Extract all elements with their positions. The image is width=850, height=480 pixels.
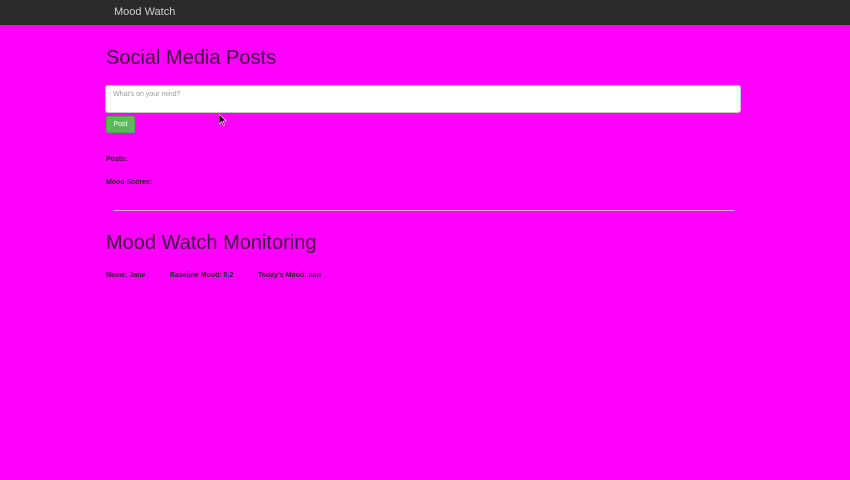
- posts-section-title: Social Media Posts: [106, 47, 277, 69]
- post-button[interactable]: Post: [106, 116, 135, 133]
- navbar-brand[interactable]: Mood Watch: [114, 6, 175, 18]
- mouse-pointer-icon: [219, 114, 227, 126]
- monitor-name: Name: Jane: [106, 272, 146, 279]
- mood-scores-label: Mood Scores:: [106, 179, 153, 186]
- post-input[interactable]: [105, 85, 741, 113]
- monitor-baseline-mood: Baseline Mood: 0.2: [170, 272, 234, 279]
- navbar: Mood Watch: [0, 0, 850, 25]
- monitor-todays-mood: Today's Mood: nan: [258, 272, 321, 279]
- main-content: Social Media Posts Post Posts: Mood Scor…: [0, 25, 850, 480]
- monitoring-section-title: Mood Watch Monitoring: [106, 232, 317, 254]
- posts-label: Posts:: [106, 156, 128, 163]
- section-divider: [114, 210, 734, 211]
